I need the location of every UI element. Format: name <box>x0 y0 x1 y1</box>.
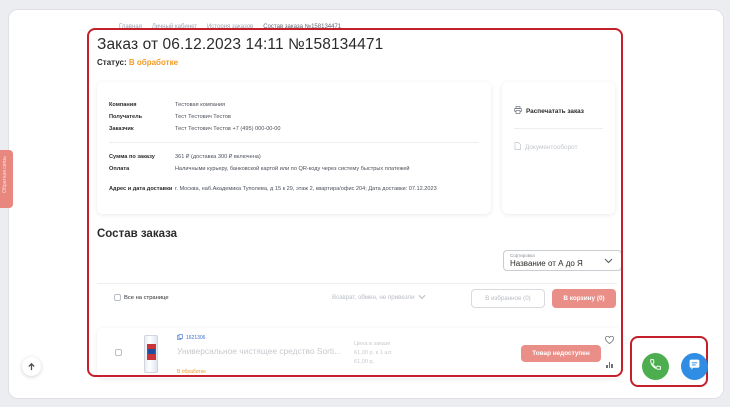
chat-button[interactable] <box>681 353 708 380</box>
highlight-order-area <box>87 28 623 377</box>
feedback-side-tab[interactable]: Обратная связь <box>0 150 13 208</box>
phone-icon <box>649 358 662 376</box>
feedback-side-tab-label: Обратная связь <box>2 156 8 193</box>
chat-icon <box>688 358 701 376</box>
arrow-up-icon <box>27 358 36 376</box>
scroll-to-top-button[interactable] <box>22 357 41 376</box>
call-button[interactable] <box>642 353 669 380</box>
